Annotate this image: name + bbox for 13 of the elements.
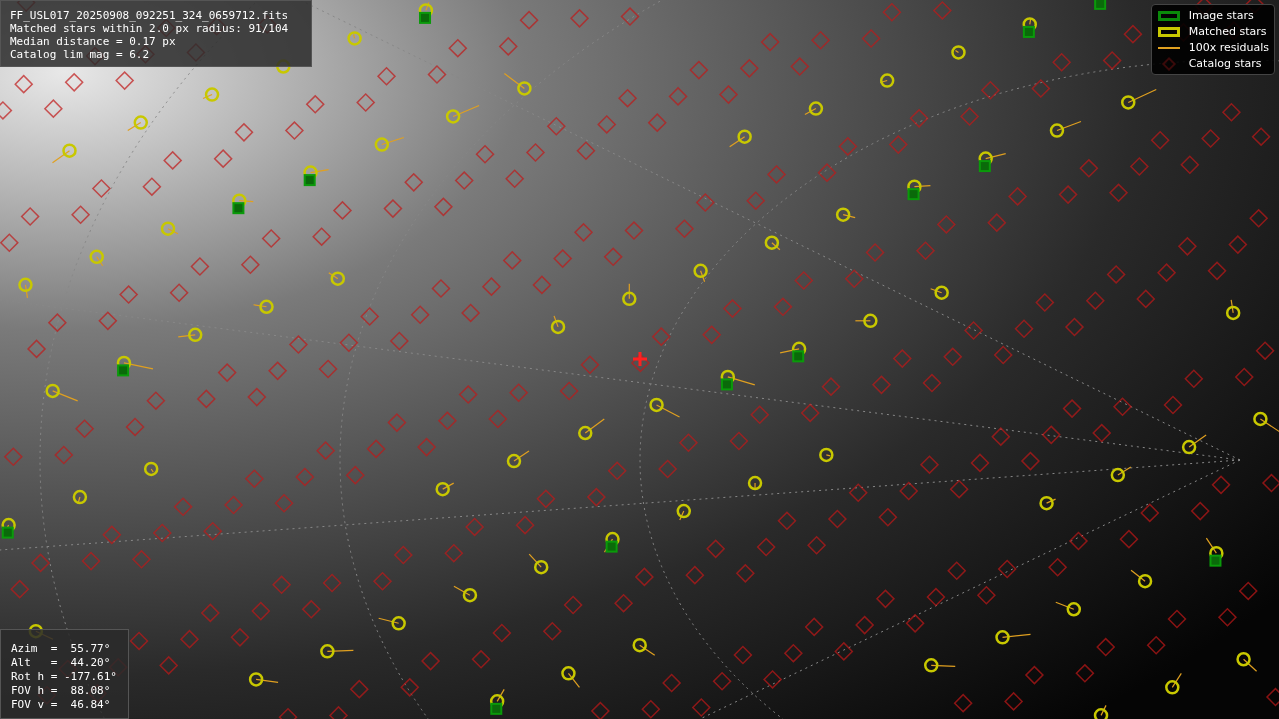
- info-text: Median distance = 0.17 px: [10, 35, 177, 48]
- legend-label: Matched stars: [1188, 24, 1267, 39]
- info-text: Catalog lim mag = 6.2: [10, 48, 151, 61]
- legend-label: Image stars: [1188, 8, 1254, 23]
- pointing-text: FOV h = 88.08°: [11, 684, 112, 698]
- legend-label: Catalog stars: [1188, 56, 1262, 71]
- info-text: Matched stars within 2.0 px radius: 91/104: [10, 22, 290, 35]
- pointing-text: FOV v = 46.84°: [11, 698, 112, 712]
- pointing-text: Azim = 55.77°: [11, 642, 112, 656]
- pointing-text: Rot h = -177.61°: [11, 670, 118, 684]
- legend-label: 100x residuals: [1188, 40, 1269, 55]
- pointing-text: Alt = 44.20°: [11, 656, 112, 670]
- info-text: FF_USL017_20250908_092251_324_0659712.fits: [10, 9, 290, 22]
